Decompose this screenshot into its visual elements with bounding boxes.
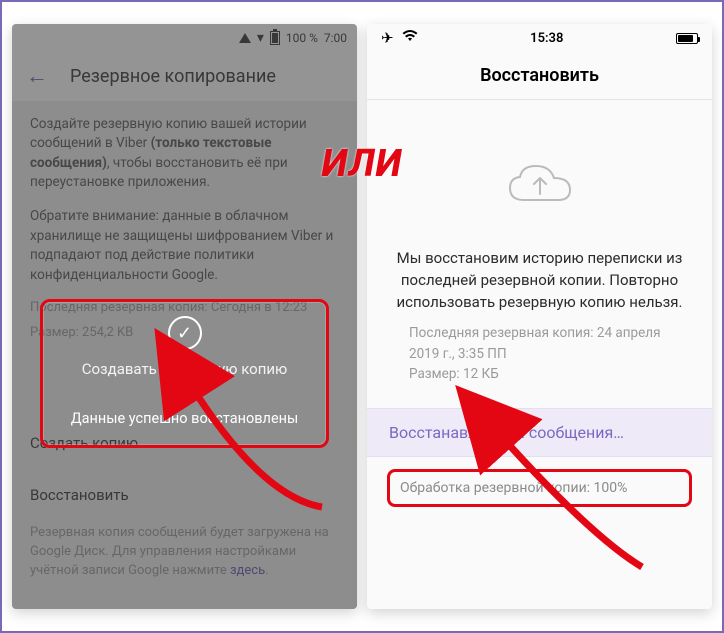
wifi-icon: ▾ <box>257 30 264 46</box>
here-link[interactable]: здесь <box>230 563 265 578</box>
android-screen: ▾ 100 % 7:00 ← Резервное копирование Соз… <box>12 24 357 609</box>
toast-message: Данные успешно восстановлены <box>61 410 308 427</box>
wifi-icon <box>402 30 418 46</box>
backup-warning: Обратите внимание: данные в облачном хра… <box>30 207 339 285</box>
status-time: 15:38 <box>530 31 563 46</box>
page-title: Восстановить <box>480 65 599 86</box>
ios-screen: ✈ 15:38 Восстановить Мы восстановим исто… <box>367 24 712 609</box>
toast-subtitle: Выкл. <box>61 386 308 400</box>
last-backup-label: Последняя резервная копия: 24 апреля 201… <box>409 323 670 364</box>
signal-icon <box>239 33 251 43</box>
backup-intro: Создайте резервную копию вашей истории с… <box>30 115 339 193</box>
restore-description: Мы восстановим историю переписки из посл… <box>389 248 690 313</box>
ios-header: Восстановить <box>367 52 712 100</box>
battery-percent: 100 % <box>286 31 318 45</box>
toast-title: Создавать резервную копию <box>61 360 308 378</box>
back-icon[interactable]: ← <box>26 63 48 89</box>
restore-row[interactable]: Восстановить <box>30 485 339 507</box>
progress-label: Обработка резервной копии: 100% <box>387 469 692 507</box>
status-time: 7:00 <box>324 31 347 45</box>
ios-status-bar: ✈ 15:38 <box>367 24 712 52</box>
android-status-bar: ▾ 100 % 7:00 <box>12 24 357 52</box>
battery-icon <box>270 31 280 45</box>
cloud-upload-icon <box>504 158 576 208</box>
airplane-icon: ✈ <box>381 29 394 47</box>
check-icon: ✓ <box>168 316 202 350</box>
page-title: Резервное копирование <box>70 66 276 87</box>
restoring-banner: Восстанавливаем сообщения… <box>367 408 712 457</box>
backup-size-label: Размер: 12 КБ <box>409 364 670 384</box>
google-drive-note: Резервная копия сообщений будет загружен… <box>30 524 339 581</box>
restore-success-toast: ✓ Создавать резервную копию Выкл. Данные… <box>40 299 329 448</box>
or-divider-label: ИЛИ <box>322 142 403 186</box>
android-header: ← Резервное копирование <box>12 52 357 101</box>
battery-icon <box>676 33 698 44</box>
